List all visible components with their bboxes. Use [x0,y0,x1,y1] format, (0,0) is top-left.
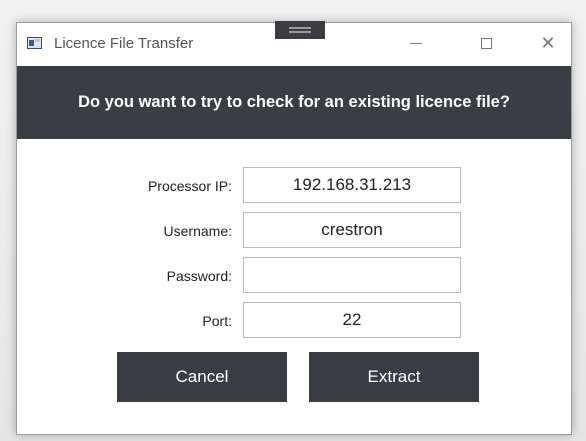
close-icon: ✕ [540,32,556,53]
maximize-icon [480,37,492,49]
maximize-button[interactable] [463,23,509,63]
minimize-icon [410,42,422,44]
username-input[interactable] [243,212,461,248]
question-banner: Do you want to try to check for an exist… [17,66,571,139]
port-label: Port: [202,313,232,329]
dialog-window: Licence File Transfer ✕ Do you want to t… [16,21,572,435]
close-button[interactable]: ✕ [525,23,571,63]
window-title: Licence File Transfer [54,35,194,52]
app-icon [27,37,42,49]
password-label: Password: [166,268,232,284]
processor-ip-input[interactable] [243,167,461,203]
minimize-button[interactable] [393,23,439,63]
question-text: Do you want to try to check for an exist… [78,93,510,111]
extract-button[interactable]: Extract [309,352,479,402]
password-input[interactable] [243,257,461,293]
drag-handle-icon[interactable] [275,21,325,39]
title-bar[interactable]: Licence File Transfer ✕ [17,21,571,65]
username-label: Username: [163,223,232,239]
cancel-button[interactable]: Cancel [117,352,287,402]
port-input[interactable] [243,302,461,338]
processor-ip-label: Processor IP: [147,178,232,194]
